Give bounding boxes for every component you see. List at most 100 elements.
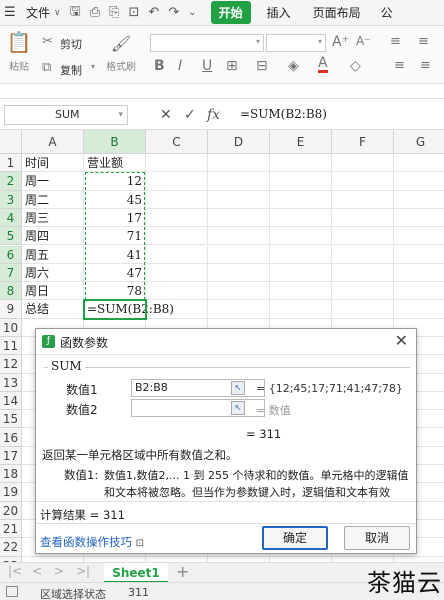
row-header-19[interactable]: 19 [0, 483, 22, 502]
cell-c8[interactable] [146, 282, 208, 301]
cell-a6[interactable]: 周五 [22, 245, 84, 264]
grow-font-icon[interactable]: A⁺ [332, 34, 349, 50]
column-header-e[interactable]: E [270, 130, 332, 154]
cell-e5[interactable] [270, 227, 332, 246]
prev-sheet-icon[interactable]: < [32, 564, 42, 578]
cell-d5[interactable] [208, 227, 270, 246]
file-menu[interactable]: 文件 [26, 4, 50, 21]
ok-button[interactable]: 确定 [262, 526, 328, 550]
row-header-4[interactable]: 4 [0, 208, 22, 228]
chevron-down-icon[interactable]: ∨ [54, 8, 61, 18]
italic-icon[interactable]: I [178, 58, 182, 74]
cell-a1[interactable]: 时间 [22, 154, 84, 173]
cancel-formula-button[interactable]: ✕ [160, 107, 172, 123]
cell-f8[interactable] [332, 282, 394, 301]
tab-insert[interactable]: 插入 [267, 4, 291, 21]
cell-g9[interactable] [394, 300, 444, 319]
align-top-icon[interactable]: ≡ [390, 34, 401, 49]
cell-f9[interactable] [332, 300, 394, 319]
column-header-f[interactable]: F [332, 130, 394, 154]
paste-button[interactable]: 📋 粘贴 [4, 30, 34, 73]
font-size-select[interactable]: ▾ [266, 34, 326, 52]
cell-c4[interactable] [146, 208, 208, 228]
cell-e9[interactable] [270, 300, 332, 319]
copy-icon[interactable]: ⧉ [42, 60, 51, 75]
cell-a4[interactable]: 周三 [22, 208, 84, 228]
cell-g7[interactable] [394, 264, 444, 283]
column-header-c[interactable]: C [146, 130, 208, 154]
save-icon[interactable]: 🖫 [70, 2, 81, 24]
row-header-13[interactable]: 13 [0, 373, 22, 392]
row-header-14[interactable]: 14 [0, 391, 22, 411]
name-box[interactable]: SUM ▾ [4, 105, 128, 125]
print-icon[interactable]: ⎘ [109, 5, 119, 20]
row-header-21[interactable]: 21 [0, 520, 22, 539]
clear-format-icon[interactable]: ◇ [350, 58, 361, 74]
row-header-16[interactable]: 16 [0, 428, 22, 447]
cell-e6[interactable] [270, 245, 332, 264]
cell-c5[interactable] [146, 227, 208, 246]
tab-page-layout[interactable]: 页面布局 [313, 4, 361, 21]
align-middle-icon[interactable]: ≡ [418, 34, 429, 49]
next-sheet-icon[interactable]: > [54, 564, 64, 578]
column-header-b[interactable]: B [84, 130, 146, 154]
cell-a8[interactable]: 周日 [22, 282, 84, 301]
row-header-11[interactable]: 11 [0, 337, 22, 356]
range-select-icon[interactable]: ↖ [231, 401, 245, 415]
undo-icon[interactable]: ↶ [148, 5, 159, 20]
cell-a9[interactable]: 总结 [22, 300, 84, 319]
row-header-6[interactable]: 6 [0, 245, 22, 264]
row-header-17[interactable]: 17 [0, 446, 22, 466]
cell-c6[interactable] [146, 245, 208, 264]
select-all-corner[interactable] [0, 130, 22, 154]
row-header-20[interactable]: 20 [0, 501, 22, 520]
cell-d9[interactable] [208, 300, 270, 319]
copy-button[interactable]: 复制 [60, 62, 82, 78]
tab-start[interactable]: 开始 [210, 1, 251, 24]
row-header-9[interactable]: 9 [0, 300, 22, 319]
cell-b1[interactable]: 营业额 [84, 154, 146, 173]
cell-e4[interactable] [270, 208, 332, 228]
column-header-g[interactable]: G [394, 130, 444, 154]
cell-b7[interactable]: 47 [84, 263, 146, 283]
cell-g6[interactable] [394, 246, 444, 264]
align-center-icon[interactable]: ≡ [420, 58, 431, 73]
shrink-font-icon[interactable]: A⁻ [356, 34, 371, 48]
cell-f1[interactable] [332, 154, 394, 173]
cell-a3[interactable]: 周二 [22, 190, 84, 209]
fill-color-icon[interactable]: ◈ [288, 58, 299, 74]
cell-a2[interactable]: 周一 [22, 172, 84, 191]
more-icon[interactable]: ⌄ [188, 7, 196, 18]
cell-e7[interactable] [270, 263, 332, 283]
cell-c3[interactable] [146, 190, 208, 209]
row-header-1[interactable]: 1 [0, 154, 22, 173]
close-icon[interactable]: ✕ [395, 331, 408, 350]
print-preview-icon[interactable]: ⊡ [129, 5, 140, 20]
cell-d1[interactable] [208, 154, 270, 173]
cell-c9[interactable] [146, 300, 208, 319]
copy-dropdown-icon[interactable]: ▾ [91, 62, 95, 71]
cell-f6[interactable] [332, 245, 394, 264]
row-header-8[interactable]: 8 [0, 282, 22, 301]
cell-c7[interactable] [146, 263, 208, 283]
cell-f2[interactable] [332, 172, 394, 191]
cell-e8[interactable] [270, 282, 332, 301]
cell-a5[interactable]: 周四 [22, 227, 84, 246]
cell-f5[interactable] [332, 227, 394, 246]
row-header-22[interactable]: 22 [0, 538, 22, 557]
cell-g1[interactable] [394, 154, 444, 173]
menu-icon[interactable]: ☰ [4, 5, 22, 20]
cell-d8[interactable] [208, 282, 270, 301]
cell-b9[interactable]: =SUM(B2:B8) [84, 300, 174, 319]
formula-input[interactable]: =SUM(B2:B8) [236, 105, 442, 125]
cell-b8[interactable]: 78 [84, 282, 146, 301]
row-header-2[interactable]: 2 [0, 172, 22, 191]
cell-f7[interactable] [332, 263, 394, 283]
cell-c1[interactable] [146, 154, 208, 173]
redo-icon[interactable]: ↷ [168, 5, 179, 20]
cell-c2[interactable] [146, 172, 208, 191]
last-sheet-icon[interactable]: >| [76, 564, 90, 578]
cut-button[interactable]: 剪切 [60, 36, 82, 52]
cell-b2[interactable]: 12 [84, 172, 146, 191]
merge-icon[interactable]: ⊟ [256, 58, 268, 74]
